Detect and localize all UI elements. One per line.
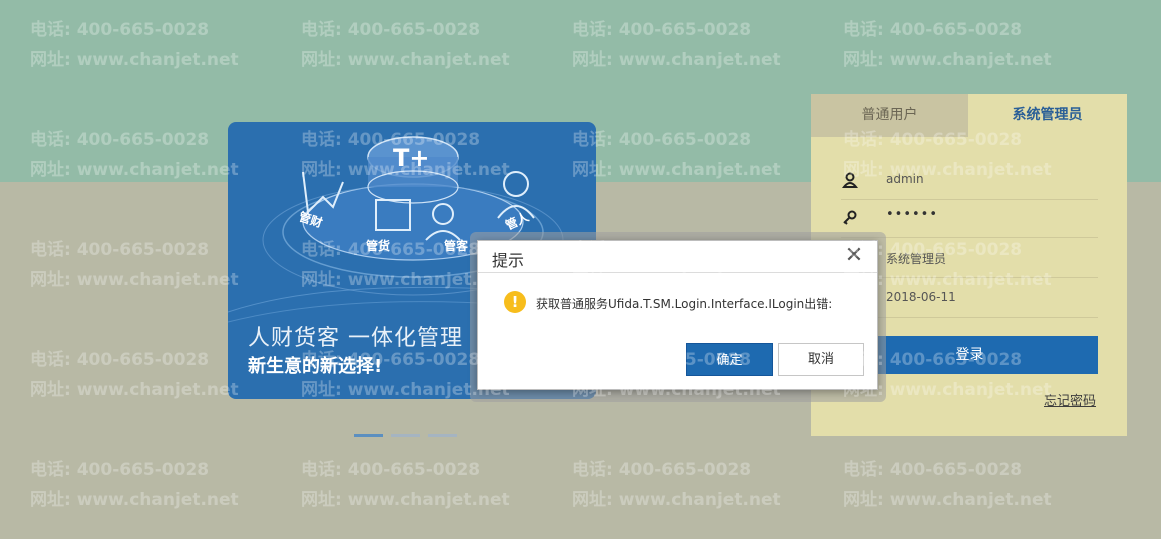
dialog-titlebar: 提示 ✕ <box>478 241 877 273</box>
banner-headline: 人财货客 一体化管理 <box>248 326 463 351</box>
user-icon <box>841 172 859 188</box>
role-value: 系统管理员 <box>886 252 947 266</box>
login-tabs: 普通用户 系统管理员 <box>811 94 1127 137</box>
banner-slogan: 新生意的新选择! <box>248 356 383 377</box>
carousel-dot-2[interactable] <box>391 434 420 437</box>
dialog-title: 提示 <box>492 251 525 270</box>
error-dialog: 提示 ✕ ! 获取普通服务Ufida.T.SM.Login.Interface.… <box>477 240 878 390</box>
ok-button[interactable]: 确定 <box>686 343 773 376</box>
username-field[interactable]: admin <box>841 162 1098 200</box>
date-value: 2018-06-11 <box>886 290 956 304</box>
username-value: admin <box>886 172 924 186</box>
dialog-message: 获取普通服务Ufida.T.SM.Login.Interface.ILogin出… <box>536 297 833 311</box>
password-value: •••••• <box>886 207 939 222</box>
cancel-button[interactable]: 取消 <box>778 343 864 376</box>
carousel-indicator <box>354 434 457 437</box>
carousel-dot-1[interactable] <box>354 434 383 437</box>
key-icon <box>843 210 857 225</box>
carousel-dot-3[interactable] <box>428 434 457 437</box>
banner-logo: T+ <box>393 144 429 172</box>
close-icon[interactable]: ✕ <box>843 245 865 267</box>
tab-system-admin[interactable]: 系统管理员 <box>968 94 1127 137</box>
ring-label-goods: 管货 <box>366 238 390 253</box>
forgot-password-link[interactable]: 忘记密码 <box>1044 390 1096 409</box>
ring-label-customers: 管客 <box>444 238 469 253</box>
tab-normal-user[interactable]: 普通用户 <box>811 94 968 137</box>
warning-icon: ! <box>504 291 526 313</box>
